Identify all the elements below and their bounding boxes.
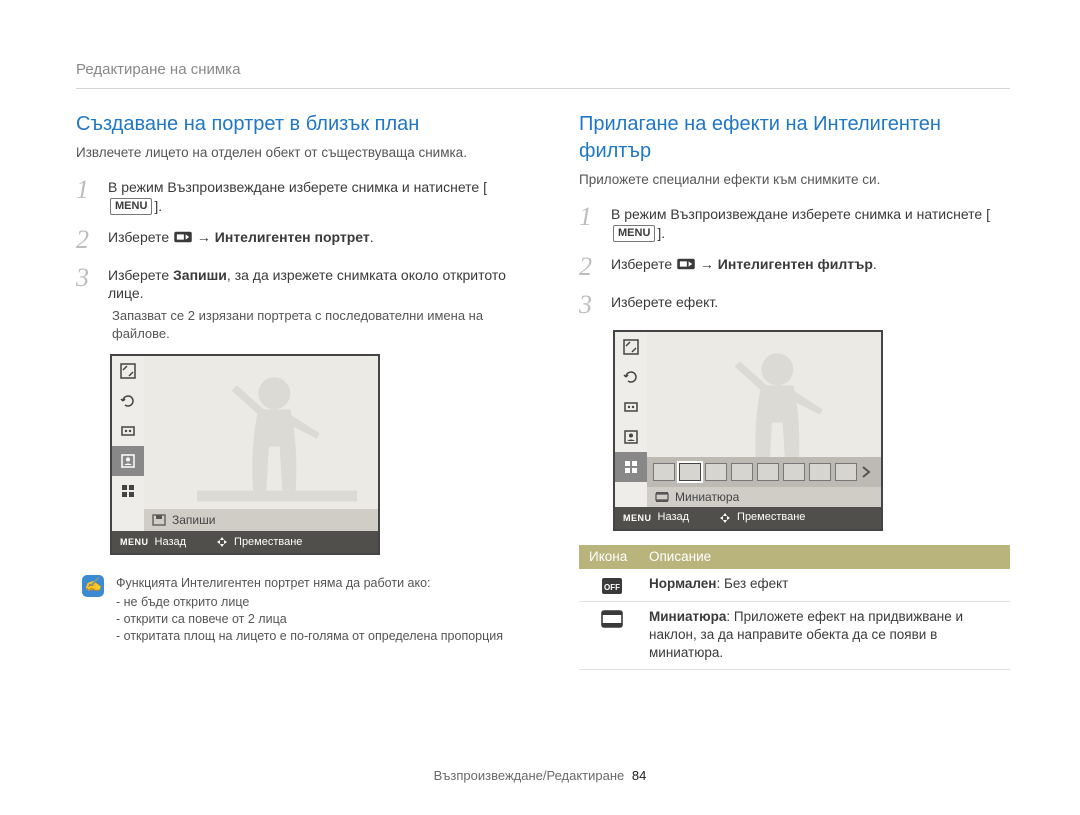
thumb-icon	[809, 463, 831, 481]
step-number: 1	[76, 176, 94, 216]
step-number: 3	[579, 291, 597, 318]
rotate-icon	[615, 362, 647, 392]
step-bold: Запиши	[173, 267, 227, 283]
step-text: В режим Възпроизвеждане изберете снимка …	[108, 179, 487, 195]
lead-left: Извлечете лицето на отделен обект от същ…	[76, 144, 507, 162]
step-text: В режим Възпроизвеждане изберете снимка …	[611, 206, 990, 222]
screen-bottom-bar: MENU Назад Преместване	[112, 531, 378, 553]
step-text: Изберете	[611, 256, 676, 272]
note-item: открити са повече от 2 лица	[116, 611, 503, 628]
step-1-left: 1 В режим Възпроизвеждане изберете снимк…	[76, 176, 507, 216]
info-icon: ✍	[82, 575, 104, 597]
screen-caption: Миниатюра	[675, 489, 739, 505]
thumb-icon	[731, 463, 753, 481]
svg-text:OFF: OFF	[604, 583, 620, 592]
step-text: .	[370, 229, 374, 245]
left-column: Създаване на портрет в близък план Извле…	[76, 111, 507, 669]
step-text: Изберете	[108, 267, 173, 283]
edit-icon	[174, 230, 192, 244]
thumb-icon	[653, 463, 675, 481]
thumb-icon	[679, 463, 701, 481]
step-arrow: →	[193, 229, 215, 245]
miniature-icon	[655, 491, 669, 503]
side-toolbar	[615, 332, 647, 507]
menu-tag: MENU	[623, 512, 652, 524]
step-arrow: →	[696, 256, 718, 272]
camera-screen-right: Миниатюра MENU Назад Преместване	[613, 330, 883, 531]
dpad-icon	[719, 512, 731, 524]
note-item: откритата площ на лицето е по-голяма от …	[116, 628, 503, 645]
page-number: 84	[632, 768, 646, 783]
note-box: ✍ Функцията Интелигентен портрет няма да…	[76, 569, 507, 651]
resize-icon	[615, 332, 647, 362]
effects-table: Икона Описание OFF Нормален: Без ефект М…	[579, 545, 1010, 670]
step-text: ].	[657, 225, 665, 241]
thumb-icon	[783, 463, 805, 481]
footer-section: Възпроизвеждане/Редактиране	[434, 768, 625, 783]
thumb-icon	[757, 463, 779, 481]
screen-caption: Запиши	[172, 512, 215, 528]
silhouette-icon	[192, 364, 362, 524]
step-bold: Интелигентен филтър	[718, 256, 873, 272]
step-number: 3	[76, 264, 94, 343]
step-text: ].	[154, 198, 162, 214]
edit-icon	[677, 257, 695, 271]
resize-icon	[112, 356, 144, 386]
normal-effect-icon: OFF	[601, 577, 623, 595]
step-number: 2	[76, 226, 94, 253]
step-text: Изберете	[108, 229, 173, 245]
portrait-icon	[615, 422, 647, 452]
section-title-left: Създаване на портрет в близък план	[76, 111, 507, 138]
bar-back-label: Назад	[658, 510, 690, 525]
th-icon: Икона	[579, 548, 645, 566]
menu-tag: MENU	[120, 536, 149, 548]
menu-button-label: MENU	[613, 225, 655, 242]
effect-icon	[112, 416, 144, 446]
step-2-left: 2 Изберете → Интелигентен портрет.	[76, 226, 507, 253]
step-1-right: 1 В режим Възпроизвеждане изберете снимк…	[579, 203, 1010, 243]
table-row: OFF Нормален: Без ефект	[579, 569, 1010, 602]
section-title-right: Прилагане на ефекти на Интелигентен филт…	[579, 111, 1010, 165]
step-subtext: Запазват се 2 изрязани портрета с послед…	[112, 307, 507, 342]
breadcrumb: Редактиране на снимка	[76, 60, 1010, 89]
right-column: Прилагане на ефекти на Интелигентен филт…	[579, 111, 1010, 669]
menu-button-label: MENU	[110, 198, 152, 215]
note-item: не бъде открито лице	[116, 594, 503, 611]
thumb-icon	[835, 463, 857, 481]
screen-bottom-bar: MENU Назад Преместване	[615, 507, 881, 529]
step-number: 1	[579, 203, 597, 243]
bar-move-label: Преместване	[737, 510, 805, 525]
step-text: Изберете ефект.	[611, 294, 718, 310]
bar-move-label: Преместване	[234, 535, 302, 550]
save-icon	[152, 514, 166, 526]
th-desc: Описание	[645, 548, 1010, 566]
effect-filmstrip	[647, 457, 881, 487]
miniature-effect-icon	[601, 610, 623, 628]
thumb-icon	[705, 463, 727, 481]
row-bold: Миниатюра	[649, 609, 726, 624]
effect-icon	[615, 392, 647, 422]
camera-screen-left: Запиши MENU Назад Преместване	[110, 354, 380, 555]
chevron-right-icon	[861, 465, 871, 479]
row-bold: Нормален	[649, 576, 716, 591]
step-2-right: 2 Изберете → Интелигентен филтър.	[579, 253, 1010, 280]
side-toolbar	[112, 356, 144, 531]
grid-icon	[112, 476, 144, 506]
grid-icon	[615, 452, 647, 482]
row-rest: : Без ефект	[716, 576, 788, 591]
page-footer: Възпроизвеждане/Редактиране 84	[0, 767, 1080, 785]
table-row: Миниатюра: Приложете ефект на придвижван…	[579, 602, 1010, 670]
lead-right: Приложете специални ефекти към снимките …	[579, 171, 1010, 189]
step-bold: Интелигентен портрет	[215, 229, 370, 245]
note-title: Функцията Интелигентен портрет няма да р…	[116, 575, 503, 592]
dpad-icon	[216, 536, 228, 548]
step-3-right: 3 Изберете ефект.	[579, 291, 1010, 318]
table-header: Икона Описание	[579, 545, 1010, 569]
portrait-icon	[112, 446, 144, 476]
step-text: .	[873, 256, 877, 272]
rotate-icon	[112, 386, 144, 416]
step-3-left: 3 Изберете Запиши, за да изрежете снимка…	[76, 264, 507, 343]
step-number: 2	[579, 253, 597, 280]
bar-back-label: Назад	[155, 535, 187, 550]
